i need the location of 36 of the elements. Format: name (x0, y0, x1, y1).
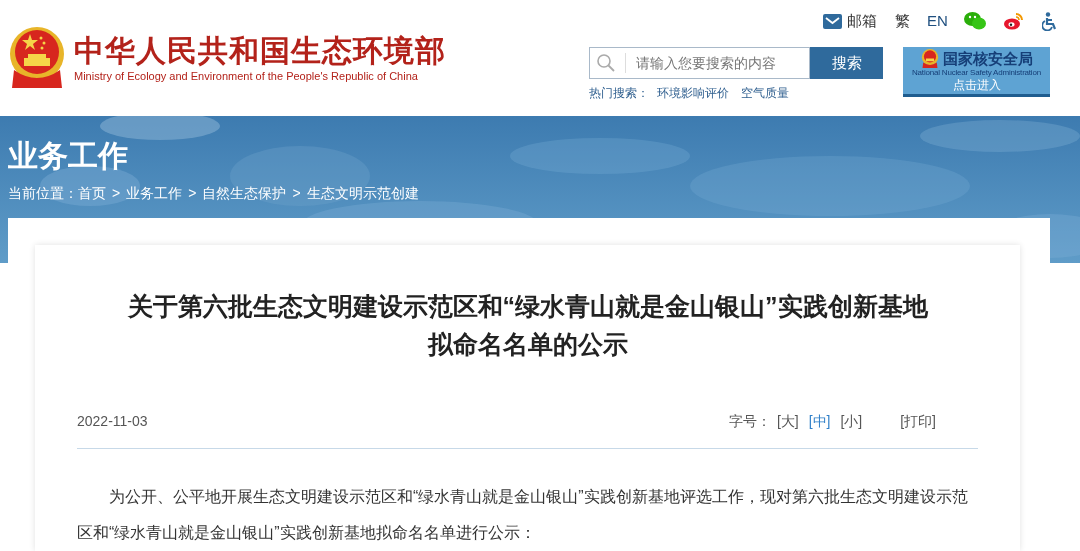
wechat-icon[interactable] (963, 12, 986, 30)
publish-date: 2022-11-03 (77, 412, 148, 431)
article-title: 关于第六批生态文明建设示范区和“绿水青山就是金山银山”实践创新基地 拟命名名单的公示 (126, 291, 929, 360)
traditional-chinese-link[interactable]: 繁 (895, 9, 910, 33)
font-size-option[interactable]: [中] (808, 411, 831, 432)
banner-action: 点击进入 (952, 78, 1001, 92)
hot-search-label: 热门搜索： (589, 85, 649, 101)
breadcrumb-link[interactable]: 自然生态保护 (202, 183, 287, 203)
national-emblem-icon (920, 49, 939, 68)
breadcrumb-separator: > (292, 184, 301, 203)
envelope-icon (823, 13, 842, 29)
site-subtitle: Ministry of Ecology and Environment of the People's Republic of China (74, 68, 419, 83)
article-paragraph: 为公开、公平地开展生态文明建设示范区和“绿水青山就是金山银山”实践创新基地评选工作，现对第六批生态文明建设示范区和“绿水青山就是金山银山”实践创新基地拟命名名单进行公示： (77, 487, 969, 543)
search-field[interactable]: 请输入您要搜索的内容 (589, 47, 810, 79)
font-size-option[interactable]: [小] (840, 411, 863, 432)
hot-search-link[interactable]: 空气质量 (741, 85, 789, 101)
breadcrumb-separator: > (112, 184, 121, 203)
mail-link[interactable]: 邮箱 (823, 9, 877, 33)
banner-subtitle: National Nuclear Safety Administration (912, 68, 1041, 78)
national-emblem-icon (8, 25, 66, 90)
breadcrumb-link[interactable]: 业务工作 (126, 183, 183, 203)
font-size-label: 字号： (728, 412, 771, 431)
site-title: 中华人民共和国生态环境部 (74, 32, 446, 69)
banner-title: 国家核安全局 (942, 49, 1033, 68)
breadcrumb-label: 当前位置： (8, 184, 78, 203)
search-icon (596, 53, 616, 73)
section-title: 业务工作 (7, 138, 128, 174)
print-link[interactable]: [打印] (900, 411, 936, 432)
hot-search-link[interactable]: 环境影响评价 (657, 85, 729, 101)
nnsa-banner[interactable]: 国家核安全局 National Nuclear Safety Administration 点击进入 (903, 47, 1050, 97)
font-size-option[interactable]: [大] (776, 411, 799, 432)
english-link[interactable]: EN (927, 9, 948, 33)
accessibility-icon[interactable] (1041, 11, 1058, 31)
weibo-icon[interactable] (1003, 12, 1024, 30)
breadcrumb-separator: > (188, 184, 197, 203)
search-button[interactable]: 搜索 (810, 47, 883, 79)
